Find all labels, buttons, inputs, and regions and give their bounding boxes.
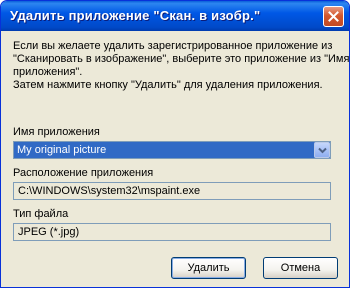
app-name-select[interactable]: My original picture [13, 141, 331, 159]
app-name-selected-value: My original picture [17, 144, 107, 156]
dropdown-button[interactable] [314, 142, 330, 158]
description-text: Если вы желаете удалить зарегистрированн… [13, 40, 350, 92]
chevron-down-icon [318, 147, 327, 154]
title-bar[interactable]: Удалить приложение "Скан. в изобр." [1, 1, 349, 31]
description-line: Если вы желаете удалить зарегистрированн… [13, 40, 333, 52]
file-type-label: Тип файла [13, 208, 69, 220]
dialog-body: Если вы желаете удалить зарегистрированн… [5, 31, 350, 283]
delete-button[interactable]: Удалить [171, 257, 246, 279]
description-line: Затем нажмите кнопку "Удалить" для удале… [13, 79, 323, 91]
app-name-label: Имя приложения [13, 126, 100, 138]
file-type-field: JPEG (*.jpg) [13, 223, 331, 241]
close-button[interactable] [323, 6, 344, 27]
location-field: C:\WINDOWS\system32\mspaint.exe [13, 182, 331, 200]
cancel-button[interactable]: Отмена [263, 257, 338, 279]
description-line: приложения". [13, 66, 83, 78]
location-value: C:\WINDOWS\system32\mspaint.exe [18, 185, 201, 197]
file-type-value: JPEG (*.jpg) [18, 226, 80, 238]
close-icon [328, 11, 339, 22]
dialog-window: Удалить приложение "Скан. в изобр." Если… [0, 0, 350, 288]
description-line: "Сканировать в изображение", выберите эт… [13, 53, 350, 65]
location-label: Расположение приложения [13, 167, 154, 179]
window-title: Удалить приложение "Скан. в изобр." [10, 8, 261, 23]
